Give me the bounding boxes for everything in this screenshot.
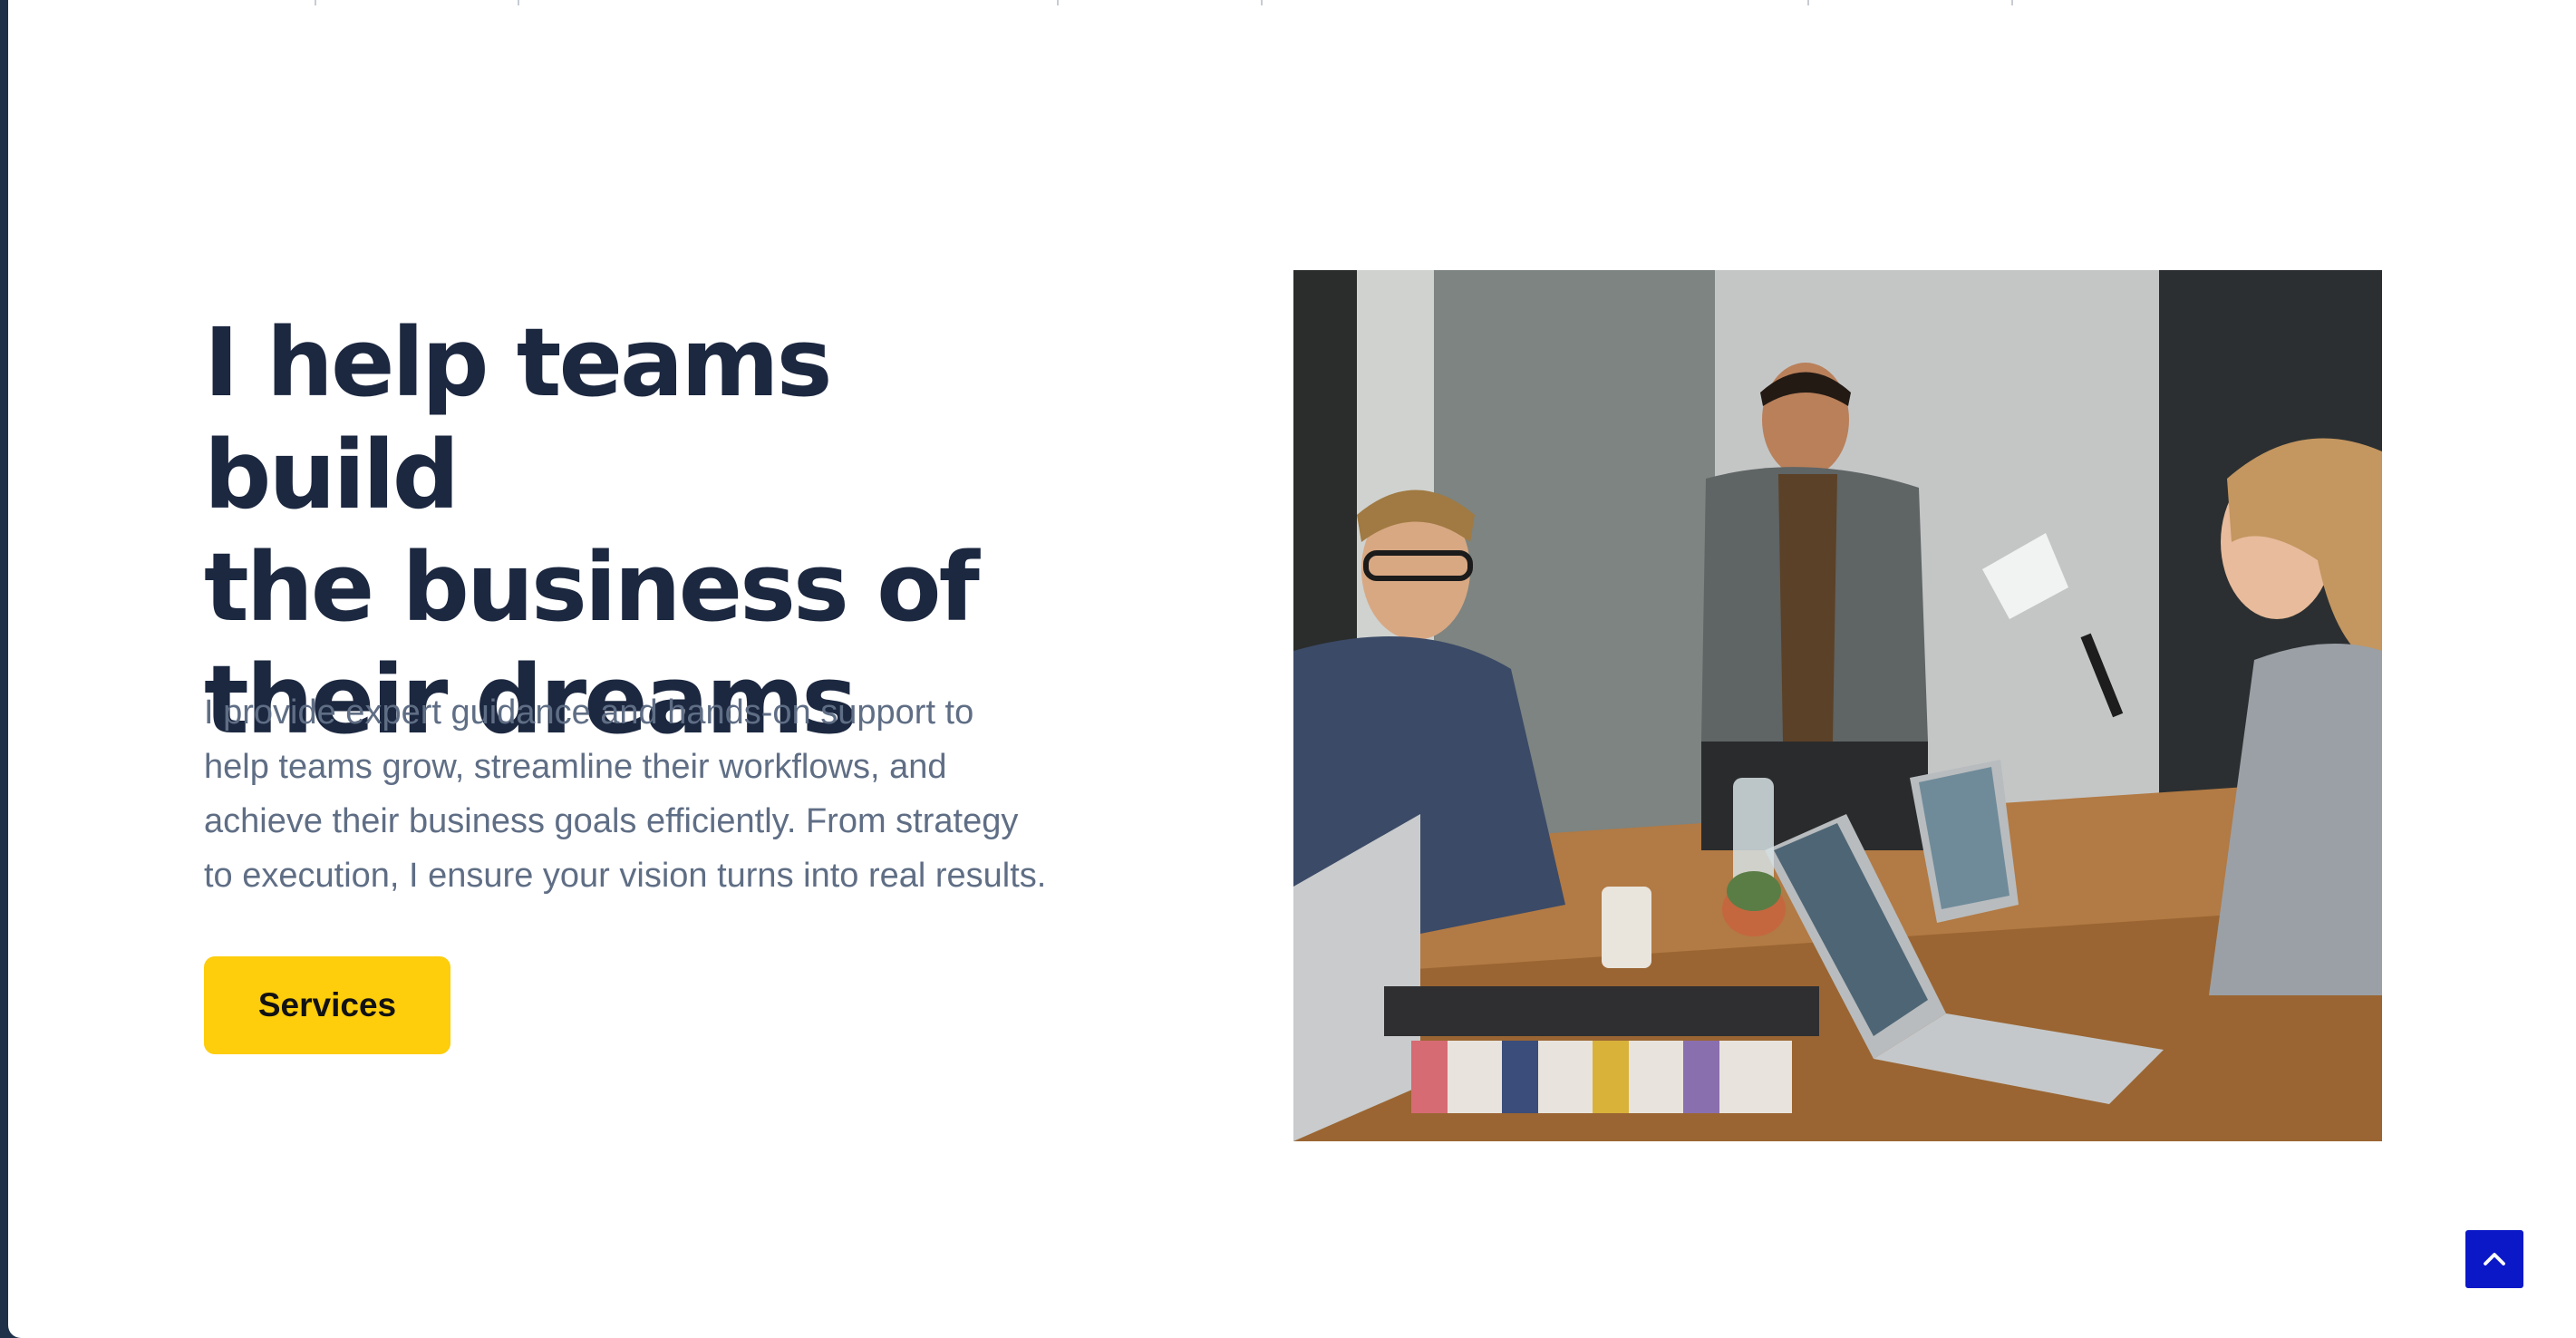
hero-image <box>1293 270 2382 1141</box>
divider <box>1807 0 1809 5</box>
services-button[interactable]: Services <box>204 956 450 1054</box>
divider <box>315 0 316 5</box>
page-frame: I help teams build the business of their… <box>8 0 2576 1338</box>
team-meeting-illustration <box>1293 270 2382 1141</box>
divider <box>1057 0 1059 5</box>
divider <box>2011 0 2013 5</box>
hero-description: I provide expert guidance and hands-on s… <box>204 693 1047 895</box>
divider <box>1261 0 1263 5</box>
back-to-top-button[interactable] <box>2465 1230 2523 1288</box>
chevron-up-icon <box>2484 1253 2505 1265</box>
divider <box>518 0 519 5</box>
previous-section-edge <box>8 0 2576 5</box>
